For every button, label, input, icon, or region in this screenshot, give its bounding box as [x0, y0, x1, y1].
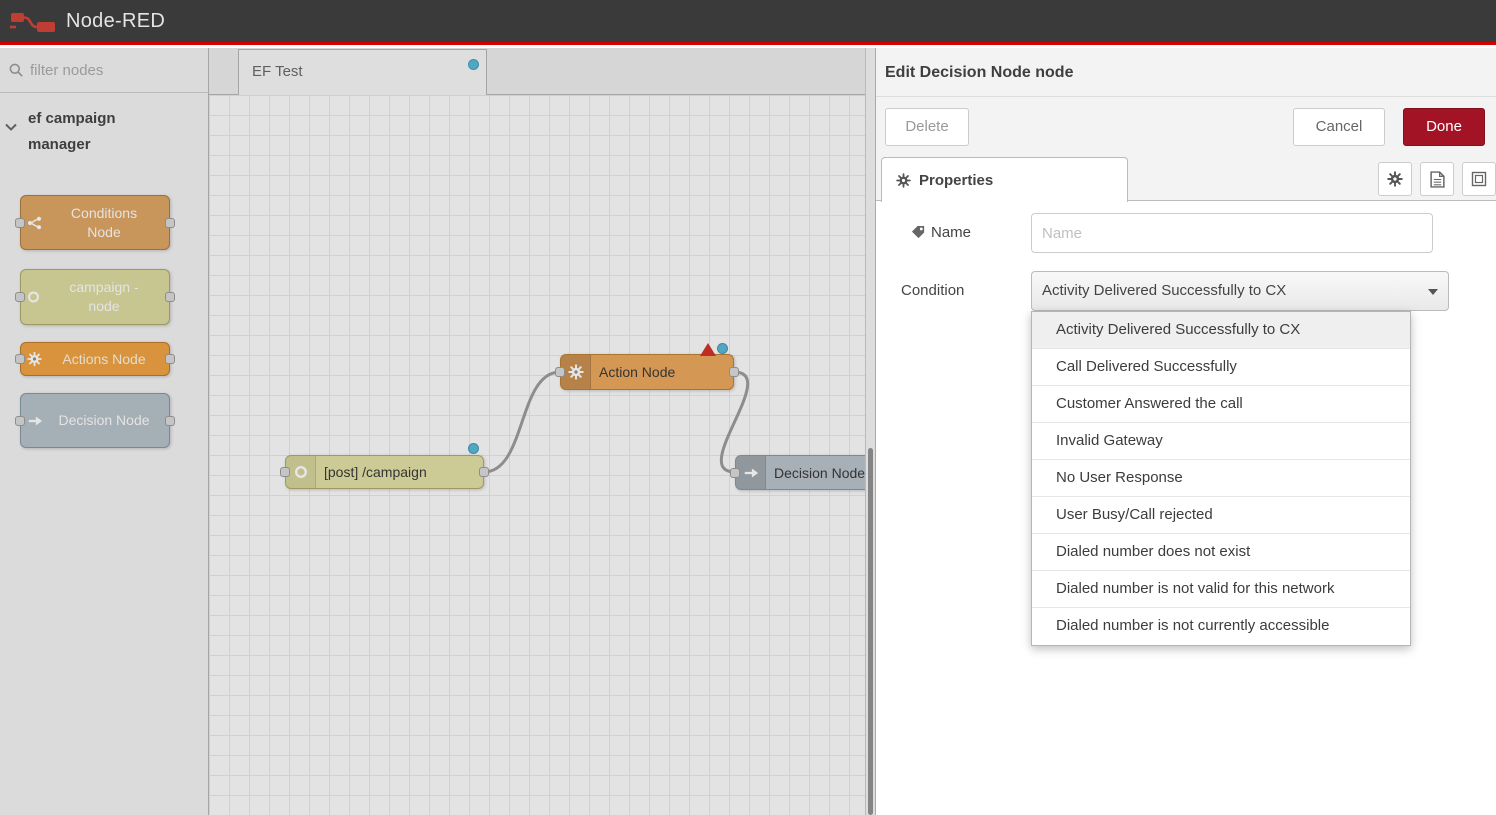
branch-icon [27, 215, 42, 230]
chevron-down-icon [1428, 289, 1438, 295]
unsaved-changes-dot [468, 59, 479, 70]
node-output-port[interactable] [729, 367, 739, 377]
palette-node-label: Actions Node [54, 350, 154, 369]
done-button[interactable]: Done [1403, 108, 1485, 146]
tray-toolbar: Delete Cancel Done [876, 97, 1496, 156]
palette-node-conditions[interactable]: Conditions Node [20, 195, 170, 250]
gear-icon [896, 173, 911, 188]
flow-node-action[interactable]: Action Node [560, 354, 734, 390]
palette-node-label: campaign - node [54, 278, 154, 316]
palette-category-ef-campaign-manager[interactable]: ef campaign manager [0, 104, 209, 196]
flow-node-http-in-campaign[interactable]: [post] /campaign [285, 455, 484, 489]
workspace-tabbar: EF Test [209, 48, 865, 95]
delete-button[interactable]: Delete [885, 108, 969, 146]
filter-nodes-input[interactable] [30, 62, 195, 79]
dropdown-option[interactable]: Call Delivered Successfully [1032, 349, 1410, 386]
condition-dropdown-menu: Activity Delivered Successfully to CX Ca… [1031, 311, 1411, 646]
node-label: Action Node [599, 364, 675, 380]
node-input-port[interactable] [15, 354, 25, 364]
tab-properties[interactable]: Properties [881, 157, 1128, 202]
app-header: Node-RED [0, 0, 1496, 45]
palette-search [0, 48, 208, 93]
palette-node-campaign[interactable]: campaign - node [20, 269, 170, 325]
cancel-button[interactable]: Cancel [1293, 108, 1385, 146]
node-input-port[interactable] [730, 468, 740, 478]
node-input-port[interactable] [555, 367, 565, 377]
tag-icon [911, 225, 926, 245]
palette-node-actions[interactable]: Actions Node [20, 342, 170, 376]
node-label: [post] /campaign [324, 464, 427, 480]
node-red-logo-icon [10, 8, 56, 34]
node-settings-button[interactable] [1378, 162, 1412, 196]
node-output-port[interactable] [165, 416, 175, 426]
name-input[interactable] [1031, 213, 1433, 253]
node-appearance-button[interactable] [1462, 162, 1496, 196]
palette-category-label: ef campaign manager [28, 104, 146, 158]
palette-node-decision[interactable]: Decision Node [20, 393, 170, 448]
frame-icon [1471, 171, 1487, 187]
globe-icon [286, 456, 316, 488]
flow-tab-label: EF Test [252, 63, 303, 80]
dropdown-option[interactable]: Dialed number does not exist [1032, 534, 1410, 571]
gear-icon [27, 352, 42, 367]
node-label: Decision Node [774, 465, 865, 481]
node-changed-dot [468, 443, 479, 454]
flow-tab-ef-test[interactable]: EF Test [238, 49, 487, 95]
node-description-button[interactable] [1420, 162, 1454, 196]
dropdown-option[interactable]: Activity Delivered Successfully to CX [1032, 312, 1410, 349]
app-title: Node-RED [66, 10, 165, 33]
condition-label: Condition [901, 271, 964, 311]
node-input-port[interactable] [15, 292, 25, 302]
flow-canvas[interactable]: [post] /campaign Action Node [209, 95, 865, 815]
node-red-editor: Node-RED ef campaign manager [0, 0, 1496, 815]
node-changed-dot [717, 343, 728, 354]
chevron-down-icon [5, 118, 17, 136]
tab-properties-label: Properties [919, 172, 993, 189]
document-icon [1430, 171, 1445, 188]
dropdown-option[interactable]: Customer Answered the call [1032, 386, 1410, 423]
gear-icon [561, 355, 591, 389]
search-icon [8, 62, 24, 78]
canvas-scrollbar [865, 48, 875, 815]
node-palette: ef campaign manager Conditions Node [0, 48, 209, 815]
name-field-row: Name [876, 213, 1496, 253]
palette-node-label: Conditions Node [54, 204, 154, 242]
wire[interactable] [484, 372, 560, 472]
gear-icon [1387, 171, 1403, 187]
condition-selected-value: Activity Delivered Successfully to CX [1032, 272, 1448, 310]
tray-title: Edit Decision Node node [876, 48, 1496, 97]
arrow-right-icon [736, 456, 766, 489]
node-output-port[interactable] [165, 354, 175, 364]
tray-header: Edit Decision Node node [876, 48, 1496, 97]
globe-icon [27, 291, 40, 304]
tray-tabrow: Properties [876, 156, 1496, 201]
dropdown-option[interactable]: User Busy/Call rejected [1032, 497, 1410, 534]
palette-node-label: Decision Node [54, 411, 154, 430]
node-input-port[interactable] [280, 467, 290, 477]
arrow-right-icon [27, 414, 43, 428]
dropdown-option[interactable]: No User Response [1032, 460, 1410, 497]
node-input-port[interactable] [15, 218, 25, 228]
node-output-port[interactable] [479, 467, 489, 477]
condition-field-row: Condition Activity Delivered Successfull… [876, 271, 1496, 311]
dropdown-option[interactable]: Dialed number is not valid for this netw… [1032, 571, 1410, 608]
canvas-scrollbar-handle[interactable] [868, 448, 873, 815]
condition-select[interactable]: Activity Delivered Successfully to CX [1031, 271, 1449, 311]
dropdown-option[interactable]: Invalid Gateway [1032, 423, 1410, 460]
node-output-port[interactable] [165, 218, 175, 228]
name-label: Name [931, 213, 971, 253]
dropdown-option[interactable]: Dialed number is not currently accessibl… [1032, 608, 1410, 645]
node-input-port[interactable] [15, 416, 25, 426]
flow-node-decision[interactable]: Decision Node [735, 455, 865, 490]
edit-node-tray: Edit Decision Node node Delete Cancel Do… [875, 48, 1496, 815]
node-error-triangle-icon [700, 343, 716, 356]
node-output-port[interactable] [165, 292, 175, 302]
